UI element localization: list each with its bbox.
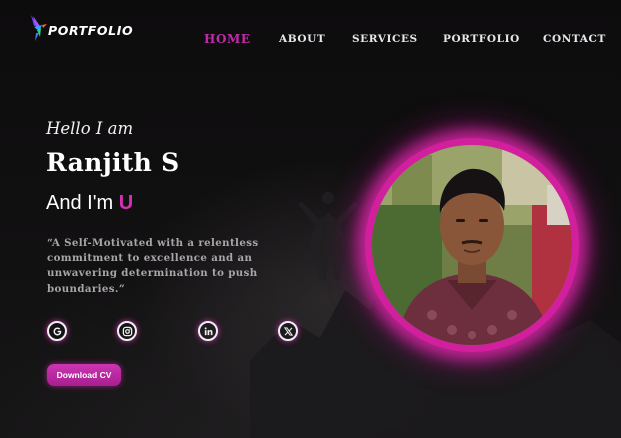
nav-item-portfolio[interactable]: PORTFOLIO bbox=[443, 33, 520, 45]
nav-item-services[interactable]: SERVICES bbox=[352, 33, 418, 45]
hero-name: Ranjith S bbox=[46, 148, 180, 177]
hero-role-prefix: And I'm bbox=[46, 192, 119, 214]
main-nav: HOME ABOUT SERVICES PORTFOLIO CONTACT bbox=[0, 32, 621, 49]
hero-quote: “A Self-Motivated with a relentless comm… bbox=[47, 237, 259, 295]
linkedin-link[interactable] bbox=[198, 321, 218, 341]
hero-role-highlight: U bbox=[118, 192, 134, 214]
google-icon bbox=[53, 327, 61, 335]
x-twitter-icon bbox=[283, 326, 293, 336]
x-twitter-link[interactable] bbox=[278, 321, 298, 341]
nav-item-contact[interactable]: CONTACT bbox=[543, 33, 606, 45]
linkedin-icon bbox=[204, 326, 212, 335]
instagram-icon bbox=[122, 326, 132, 336]
nav-item-home[interactable]: HOME bbox=[204, 32, 251, 46]
profile-photo bbox=[372, 145, 572, 345]
instagram-link[interactable] bbox=[117, 321, 137, 341]
hero-role: And I'm U bbox=[46, 192, 133, 215]
download-cv-button[interactable]: Download CV bbox=[47, 364, 121, 386]
hero-greeting: Hello I am bbox=[46, 119, 134, 138]
nav-item-about[interactable]: ABOUT bbox=[279, 33, 325, 45]
google-link[interactable] bbox=[47, 321, 67, 341]
